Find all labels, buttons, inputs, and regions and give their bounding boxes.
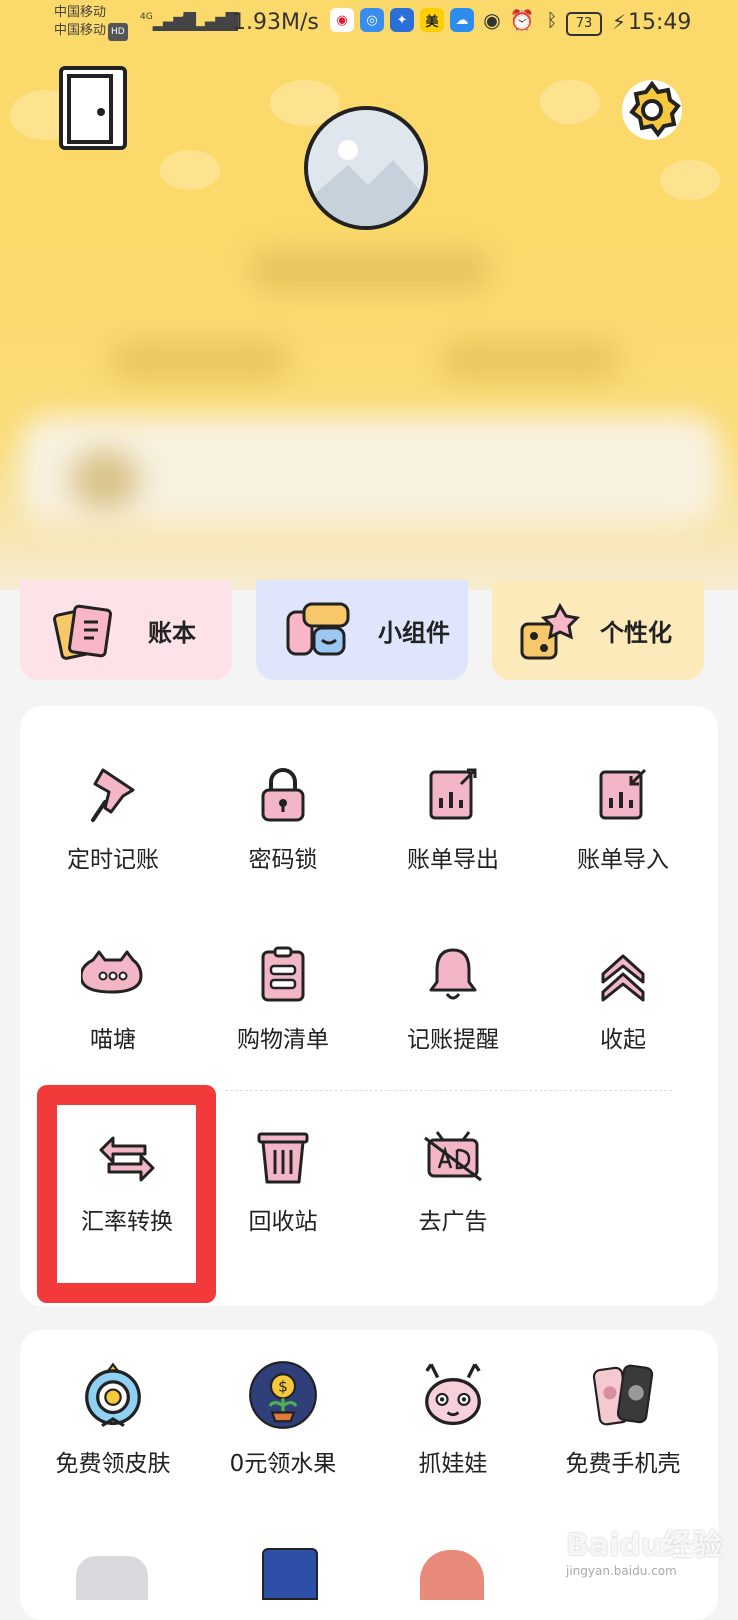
tool-bill-export[interactable]: 账单导出 xyxy=(368,762,538,874)
network-1-label: 4G xyxy=(140,12,153,22)
svg-text:$: $ xyxy=(278,1378,288,1396)
tool-shopping-list[interactable]: 购物清单 xyxy=(198,942,368,1054)
carrier-2: 中国移动 xyxy=(54,23,107,38)
network-2-label: 4G xyxy=(182,12,195,22)
quick-personalize-button[interactable]: 个性化 xyxy=(492,580,704,680)
avatar[interactable] xyxy=(304,106,428,230)
highlight-annotation-box xyxy=(37,1085,216,1303)
tool-label: 定时记账 xyxy=(67,847,159,873)
status-bar: 中国移动 中国移动 HD 4G▂▄▆█ 4G▂▄▆█ 1.93M/s ◉ ◎ ✦ … xyxy=(0,0,738,48)
promo-label: 0元领水果 xyxy=(229,1451,337,1477)
eye-icon: ◉ xyxy=(483,8,501,32)
personalize-icon xyxy=(520,602,581,660)
bill-import-icon xyxy=(599,768,647,820)
tool-label: 喵塘 xyxy=(90,1027,136,1053)
pushpin-icon xyxy=(91,768,135,822)
tool-label: 密码锁 xyxy=(248,847,318,873)
quick-widget-label: 小组件 xyxy=(378,618,450,647)
skin-badge-icon xyxy=(85,1362,141,1428)
tool-bookkeeping-reminder[interactable]: 记账提醒 xyxy=(368,942,538,1054)
weather-icon: ☁ xyxy=(450,8,474,32)
avatar-placeholder-icon xyxy=(308,140,424,226)
alarm-icon: ⏰ xyxy=(509,8,535,32)
watermark-text: Baidu经验 xyxy=(566,1528,723,1563)
tool-label: 账单导入 xyxy=(577,847,669,873)
weibo-icon: ◉ xyxy=(330,8,354,32)
tool-collapse[interactable]: 收起 xyxy=(538,942,708,1054)
phone-case-icon xyxy=(592,1364,654,1426)
tool-label: 收起 xyxy=(600,1027,646,1053)
tool-remove-ads[interactable]: 去广告 xyxy=(368,1124,538,1236)
ledger-book-icon xyxy=(53,604,113,660)
tool-recycle-bin[interactable]: 回收站 xyxy=(198,1124,368,1236)
network-speed: 1.93M/s xyxy=(232,10,319,35)
battery-indicator: 73 xyxy=(566,12,602,36)
fruit-coin-plant-icon: $ xyxy=(249,1361,317,1429)
settings-gear-icon[interactable] xyxy=(620,78,684,142)
promo-bag-icon[interactable] xyxy=(262,1548,318,1600)
quick-ledger-button[interactable]: 账本 xyxy=(20,580,232,680)
promo-claw-machine[interactable]: 抓娃娃 xyxy=(368,1360,538,1478)
quick-personalize-label: 个性化 xyxy=(600,618,672,647)
tool-label: 购物清单 xyxy=(237,1027,329,1053)
blurred-profile-area xyxy=(0,200,738,590)
watermark: Baidu经验 jingyan.baidu.com xyxy=(566,1520,722,1578)
padlock-icon xyxy=(261,768,305,822)
carrier-info: 中国移动 中国移动 HD xyxy=(54,4,128,41)
promo-label: 免费手机壳 xyxy=(565,1451,681,1477)
promo-free-fruit[interactable]: $ 0元领水果 xyxy=(198,1360,368,1478)
clock: 15:49 xyxy=(628,10,692,35)
promo-label: 免费领皮肤 xyxy=(55,1451,171,1477)
tool-label: 记账提醒 xyxy=(407,1027,499,1053)
tool-label: 回收站 xyxy=(248,1209,318,1235)
watermark-url: jingyan.baidu.com xyxy=(566,1564,677,1578)
charging-icon: ⚡ xyxy=(612,10,627,34)
door-exit-icon[interactable] xyxy=(55,64,131,152)
promo-label: 抓娃娃 xyxy=(418,1451,488,1477)
paw-decoration xyxy=(540,80,600,124)
tool-scheduled-bookkeeping[interactable]: 定时记账 xyxy=(28,762,198,874)
promo-free-phone-case[interactable]: 免费手机壳 xyxy=(538,1360,708,1478)
tool-label: 账单导出 xyxy=(407,847,499,873)
promo-free-skin[interactable]: 免费领皮肤 xyxy=(28,1360,198,1478)
bluetooth-icon: ᛒ xyxy=(546,9,558,31)
quick-ledger-label: 账本 xyxy=(148,618,196,647)
hd-badge: HD xyxy=(108,23,128,41)
tools-divider xyxy=(225,1090,672,1091)
quick-widget-button[interactable]: 小组件 xyxy=(256,580,468,680)
bill-export-icon xyxy=(429,768,477,820)
rabbit-doll-icon xyxy=(425,1363,481,1426)
bulb-icon: ✦ xyxy=(390,8,414,32)
bell-icon xyxy=(429,948,477,1000)
signal-2-icon: 4G▂▄▆█ xyxy=(182,12,238,31)
browser-icon: ◎ xyxy=(360,8,384,32)
paw-decoration xyxy=(160,150,220,190)
promo-scarf-icon[interactable] xyxy=(76,1556,148,1600)
no-ads-icon xyxy=(424,1131,482,1182)
tool-password-lock[interactable]: 密码锁 xyxy=(198,762,368,874)
tool-bill-import[interactable]: 账单导入 xyxy=(538,762,708,874)
blurred-stat xyxy=(440,340,620,380)
paw-decoration xyxy=(660,160,720,200)
trash-bin-icon xyxy=(257,1132,309,1184)
notification-icons: ◉ ◎ ✦ 美 ☁ ◉ ⏰ ᛒ xyxy=(330,8,564,32)
meituan-icon: 美 xyxy=(420,8,444,32)
chat-bubble-cat-icon xyxy=(79,950,143,994)
tool-miaotang[interactable]: 喵塘 xyxy=(28,942,198,1054)
clipboard-list-icon xyxy=(261,946,305,1002)
blurred-banner-icon xyxy=(70,450,140,510)
carrier-1: 中国移动 xyxy=(54,5,107,20)
blurred-stat xyxy=(110,340,290,380)
collapse-chevrons-up-icon xyxy=(601,954,645,1002)
widget-icon xyxy=(286,602,350,656)
blurred-username xyxy=(250,250,490,290)
tool-label: 去广告 xyxy=(418,1209,488,1235)
promo-slipper-icon[interactable] xyxy=(420,1550,484,1600)
